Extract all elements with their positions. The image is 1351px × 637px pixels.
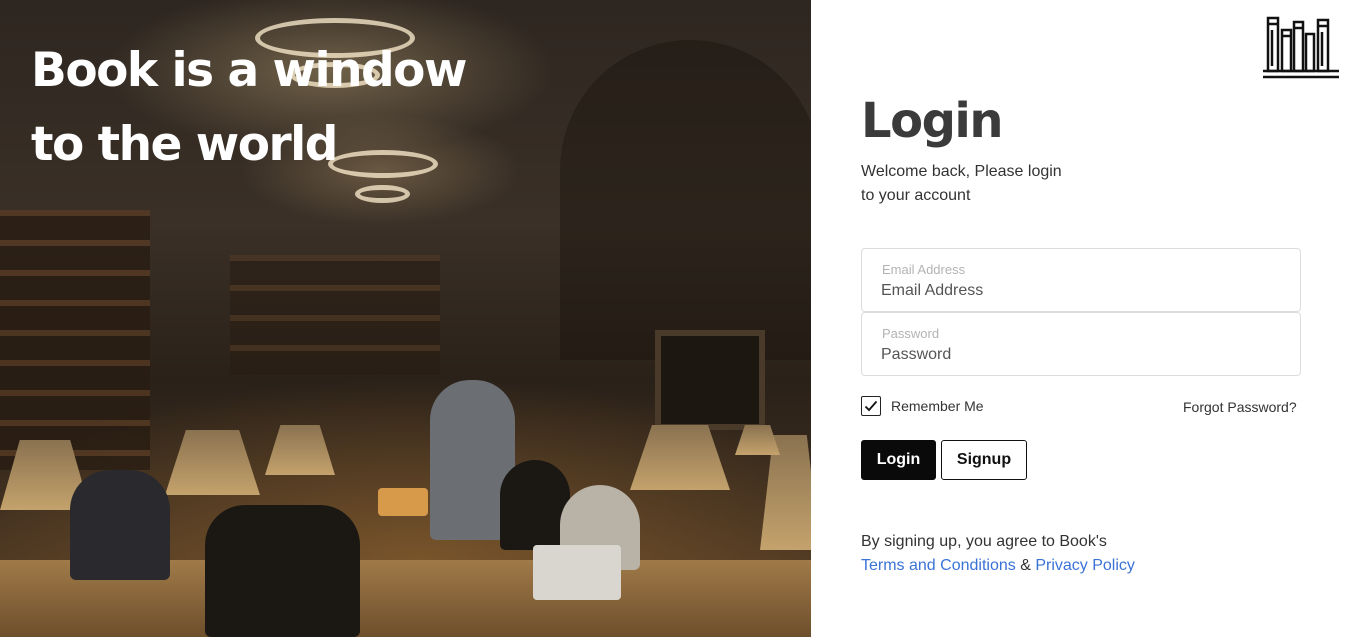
hero-image-panel: Book is a window to the world <box>0 0 811 637</box>
terms-and-conditions-link[interactable]: Terms and Conditions <box>861 557 1016 574</box>
terms-prefix: By signing up, you agree to Book's <box>861 533 1107 550</box>
welcome-text: Welcome back, Please login to your accou… <box>861 160 1091 208</box>
remember-me-checkbox[interactable] <box>861 396 881 416</box>
privacy-policy-link[interactable]: Privacy Policy <box>1035 557 1135 574</box>
hero-headline-line1: Book is a window <box>31 43 467 98</box>
login-title: Login <box>861 93 1004 149</box>
terms-ampersand: & <box>1020 557 1031 574</box>
hero-person <box>70 470 170 580</box>
hero-lamp <box>265 425 335 475</box>
hero-headline-line2: to the world <box>31 117 338 172</box>
hero-laptop <box>378 488 428 516</box>
password-field-label: Password <box>882 326 940 341</box>
bookshelf-icon <box>1261 16 1341 80</box>
welcome-line1: Welcome back, Please login <box>861 163 1062 180</box>
login-button[interactable]: Login <box>861 440 936 480</box>
email-field-label: Email Address <box>882 262 966 277</box>
email-field[interactable]: Email Address <box>861 248 1301 312</box>
remember-me-label: Remember Me <box>891 398 984 414</box>
checkmark-icon <box>864 400 878 412</box>
welcome-line2: to your account <box>861 187 971 204</box>
hero-doorway <box>655 330 765 430</box>
hero-headline: Book is a window to the world <box>31 34 491 182</box>
hero-person <box>205 505 360 637</box>
hero-chandelier <box>355 185 410 203</box>
hero-background-arch <box>560 40 811 360</box>
hero-bookshelves-left <box>0 210 150 470</box>
remember-me[interactable]: Remember Me <box>861 396 984 416</box>
password-input[interactable] <box>881 344 1281 366</box>
email-input[interactable] <box>881 280 1281 302</box>
forgot-password-link[interactable]: Forgot Password? <box>1183 399 1297 415</box>
signup-button[interactable]: Signup <box>941 440 1027 480</box>
hero-bookshelves-center <box>230 255 440 375</box>
password-field[interactable]: Password <box>861 312 1301 376</box>
hero-lamp <box>630 425 730 490</box>
hero-lamp <box>165 430 260 495</box>
terms-links-line: Terms and Conditions & Privacy Policy <box>861 554 1135 578</box>
terms-notice: By signing up, you agree to Book's Terms… <box>861 530 1135 578</box>
hero-laptop <box>533 545 621 600</box>
